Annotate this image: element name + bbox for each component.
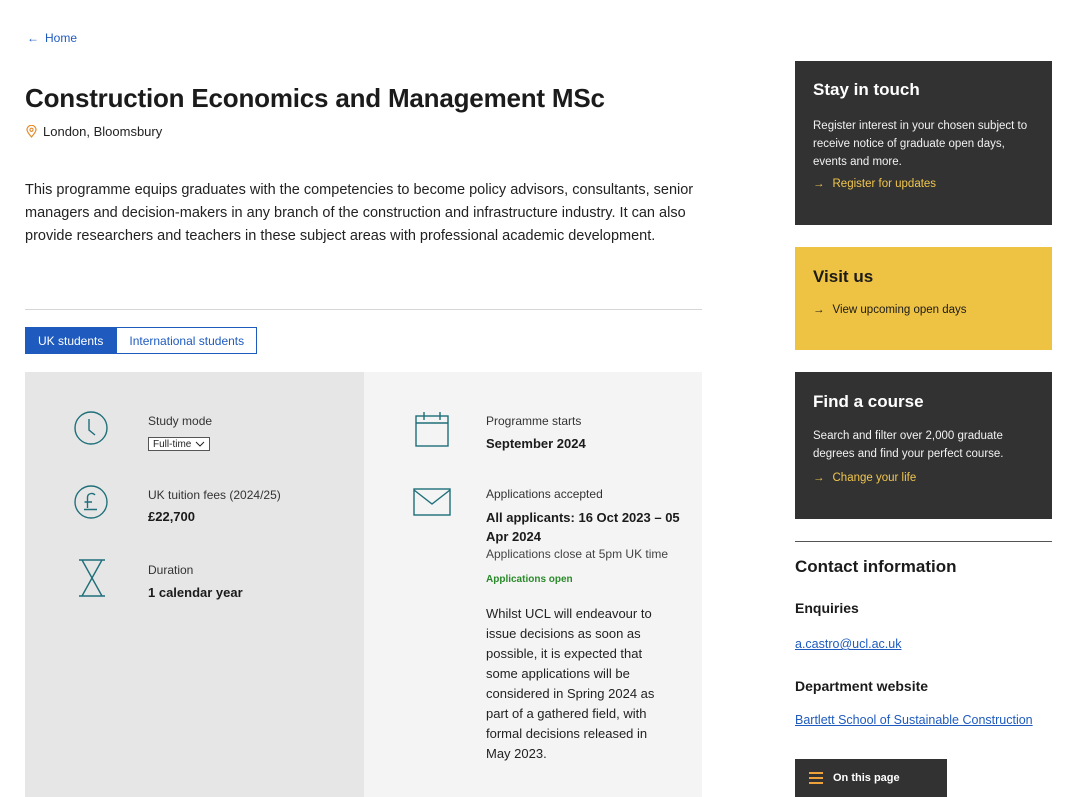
applications-label: Applications accepted: [486, 487, 603, 501]
arrow-right-icon: →: [813, 304, 825, 316]
find-a-course-card: Find a course Search and filter over 2,0…: [795, 372, 1052, 519]
register-link-label: Register for updates: [832, 178, 937, 190]
change-life-link-label: Change your life: [832, 472, 917, 484]
location-line: London, Bloomsbury: [26, 124, 162, 139]
study-mode-selected: Full-time: [153, 438, 192, 450]
find-course-text: Search and filter over 2,000 graduate de…: [813, 430, 1004, 460]
open-days-link-label: View upcoming open days: [832, 304, 967, 316]
key-information-panel: Study mode Full-time UK tuition fees (20…: [25, 372, 702, 797]
stay-in-touch-card: Stay in touch Register interest in your …: [795, 61, 1052, 225]
applications-close-time: Applications close at 5pm UK time: [486, 547, 669, 561]
programme-starts-value: September 2024: [486, 436, 586, 451]
applications-dates: All applicants: 16 Oct 2023 – 05 Apr 202…: [486, 510, 680, 544]
calendar-icon: [415, 412, 449, 447]
info-column-left: Study mode Full-time UK tuition fees (20…: [25, 372, 364, 797]
home-link-label: Home: [45, 31, 78, 45]
study-mode-label: Study mode: [148, 414, 213, 428]
student-type-tabs: UK students International students: [25, 327, 258, 354]
home-breadcrumb-link[interactable]: ← Home: [27, 31, 77, 45]
back-arrow-icon: ←: [27, 31, 39, 45]
contact-heading: Contact information: [795, 557, 957, 576]
visit-us-title: Visit us: [813, 267, 874, 286]
find-course-title: Find a course: [813, 392, 924, 411]
register-for-updates-link[interactable]: → Register for updates: [813, 178, 936, 190]
hamburger-menu-icon: [809, 772, 823, 784]
programme-intro: This programme equips graduates with the…: [25, 182, 694, 244]
chevron-down-icon: [195, 441, 205, 447]
pound-icon: [74, 485, 108, 519]
on-this-page-label: On this page: [833, 772, 900, 784]
fees-label: UK tuition fees (2024/25): [148, 488, 281, 502]
view-open-days-link[interactable]: → View upcoming open days: [813, 304, 967, 316]
contact-divider: [795, 541, 1052, 542]
page-title: Construction Economics and Management MS…: [25, 83, 605, 113]
programme-starts-label: Programme starts: [486, 414, 582, 428]
applications-note: Whilst UCL will endeavour to issue decis…: [486, 606, 655, 761]
on-this-page-button[interactable]: On this page: [795, 759, 947, 797]
study-mode-select[interactable]: Full-time: [148, 437, 211, 451]
applications-status-badge: Applications open: [486, 574, 573, 585]
department-website-link[interactable]: Bartlett School of Sustainable Construct…: [795, 713, 1033, 727]
arrow-right-icon: →: [813, 178, 825, 190]
location-pin-icon: [26, 125, 37, 138]
change-your-life-link[interactable]: → Change your life: [813, 472, 916, 484]
enquiries-heading: Enquiries: [795, 600, 859, 616]
clock-icon: [74, 411, 108, 445]
duration-value: 1 calendar year: [148, 585, 243, 600]
department-website-heading: Department website: [795, 678, 929, 694]
envelope-icon: [413, 488, 451, 516]
hourglass-icon: [79, 559, 105, 597]
stay-in-touch-title: Stay in touch: [813, 80, 920, 99]
location-text: London, Bloomsbury: [43, 124, 163, 139]
arrow-right-icon: →: [813, 472, 825, 484]
info-column-right: Programme starts September 2024 Applicat…: [364, 372, 702, 797]
visit-us-card: Visit us → View upcoming open days: [795, 247, 1052, 350]
duration-label: Duration: [148, 563, 194, 577]
fees-value: £22,700: [148, 509, 195, 524]
enquiries-email-link[interactable]: a.castro@ucl.ac.uk: [795, 637, 901, 651]
tab-uk-students[interactable]: UK students: [25, 327, 117, 354]
tab-international-students[interactable]: International students: [116, 327, 258, 354]
stay-in-touch-text: Register interest in your chosen subject…: [813, 120, 1028, 168]
divider: [25, 309, 702, 310]
